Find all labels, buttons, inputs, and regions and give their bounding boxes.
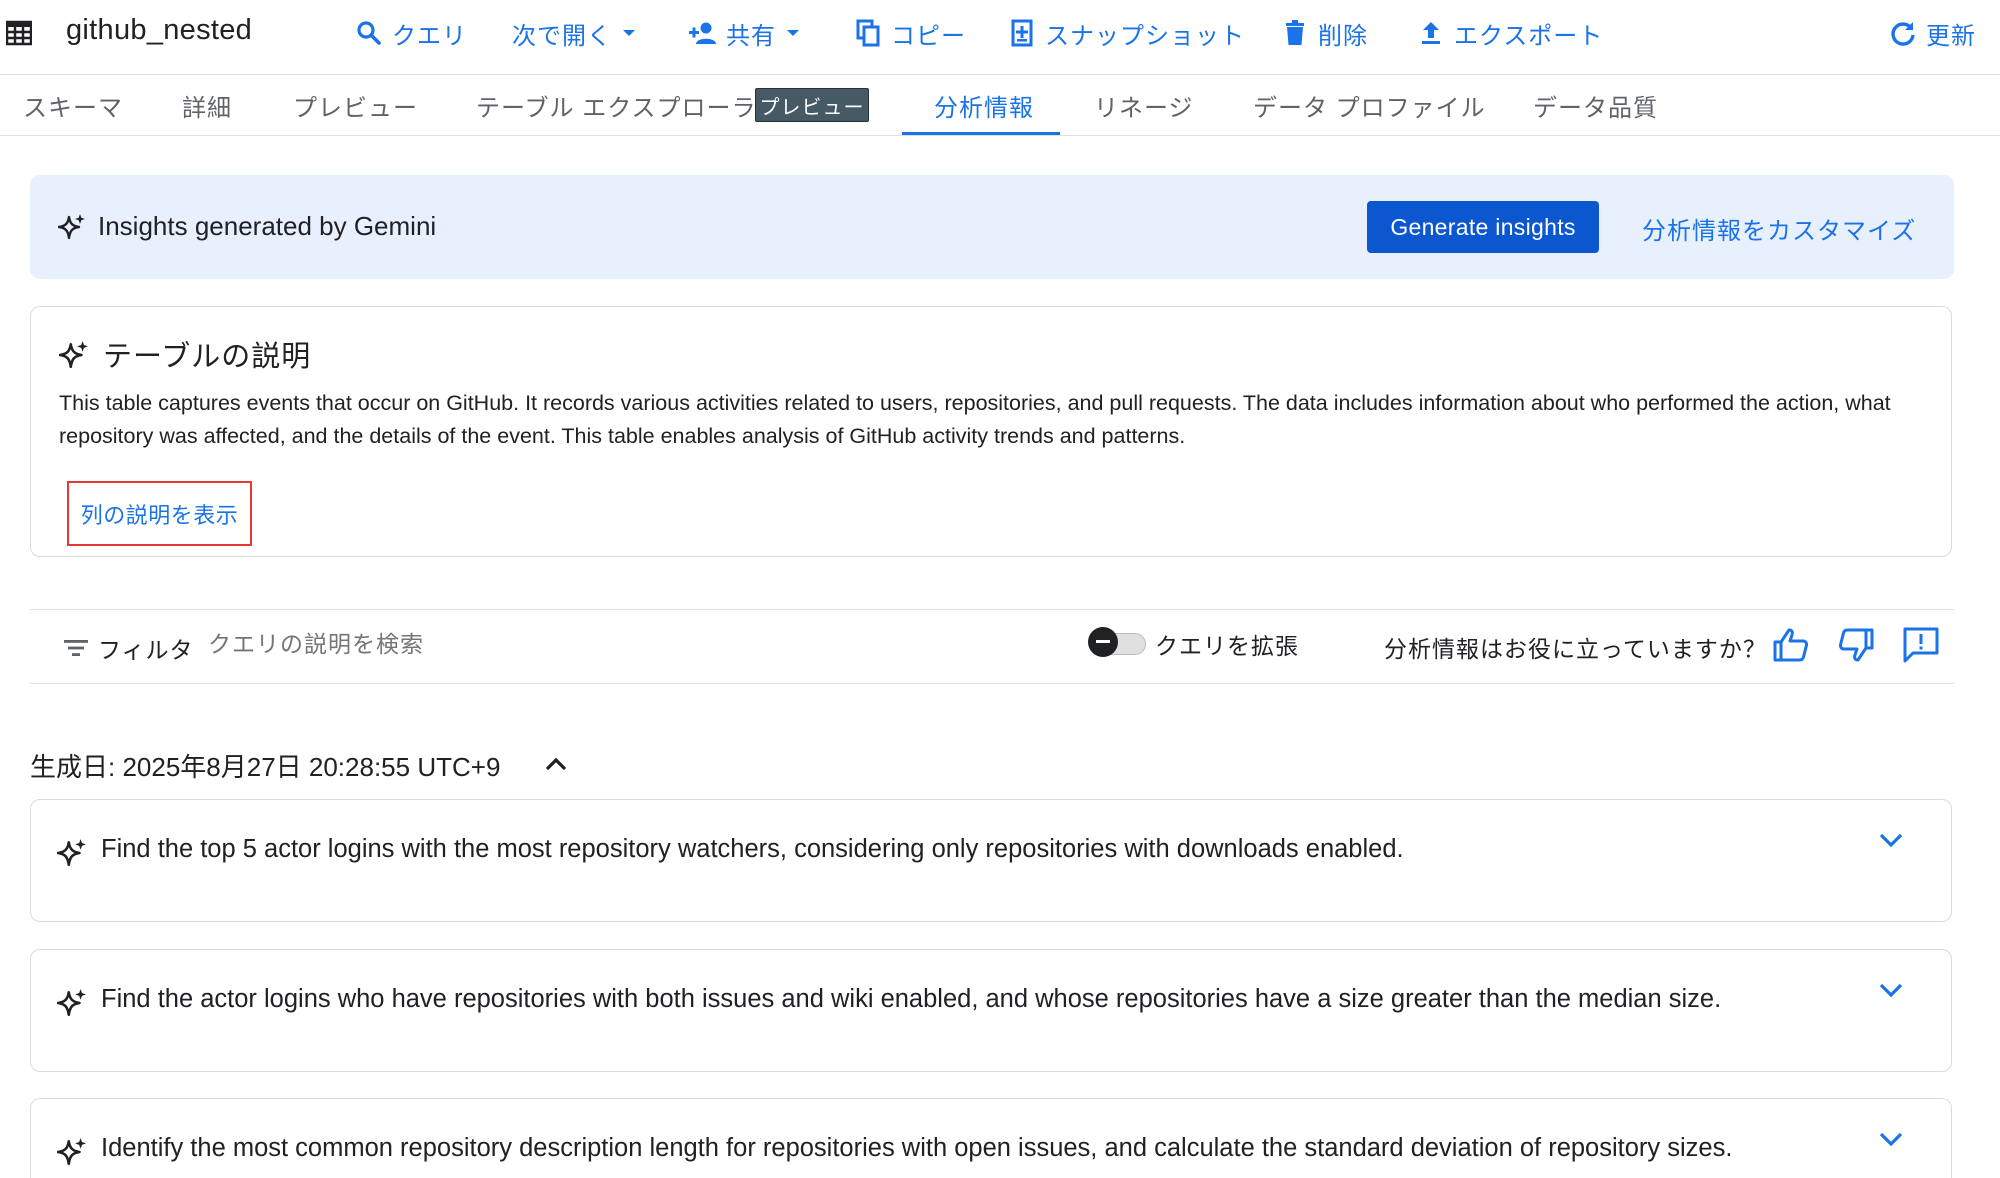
sparkle-icon [58,214,85,240]
query-card[interactable]: Find the top 5 actor logins with the mos… [30,799,1952,922]
tab-data-quality[interactable]: データ品質 [1533,75,1658,136]
open-in-dropdown[interactable]: 次で開く [512,0,638,66]
caret-down-icon [623,30,635,36]
query-button[interactable]: クエリ [354,0,467,66]
banner-title: Insights generated by Gemini [98,211,437,241]
expand-queries-toggle[interactable] [1088,624,1150,658]
preview-badge: プレビュー [755,88,869,122]
chevron-down-icon[interactable] [1873,822,1909,858]
resource-title: github_nested [66,14,253,46]
filter-label[interactable]: フィルタ [98,631,194,665]
query-card[interactable]: Find the actor logins who have repositor… [30,949,1952,1072]
refresh-icon [1888,18,1918,48]
copy-label: コピー [891,22,966,50]
delete-button[interactable]: 削除 [1280,0,1368,66]
refresh-label: 更新 [1926,22,1976,50]
query-description-search-input[interactable] [208,631,508,658]
generated-date: 生成日: 2025年8月27日 20:28:55 UTC+9 [30,752,501,782]
open-in-label: 次で開く [512,22,612,50]
expand-queries-label: クエリを拡張 [1155,633,1299,659]
tab-lineage[interactable]: リネージ [1094,75,1194,136]
refresh-button[interactable]: 更新 [1888,0,1976,66]
copy-icon [853,18,883,48]
trash-icon [1280,18,1310,48]
sparkle-icon [57,839,86,867]
delete-label: 削除 [1318,22,1368,50]
thumbs-up-icon[interactable] [1770,624,1812,666]
sparkle-icon [57,1138,86,1166]
tab-preview[interactable]: プレビュー [293,75,418,136]
export-label: エクスポート [1454,22,1604,50]
query-description: Find the top 5 actor logins with the mos… [101,835,1404,863]
tab-insights[interactable]: 分析情報 [934,75,1034,136]
tab-details[interactable]: 詳細 [182,75,232,136]
snapshot-button[interactable]: スナップショット [1007,0,1245,66]
customize-insights-link[interactable]: 分析情報をカスタマイズ [1642,211,1916,246]
table-description-heading: テーブルの説明 [103,341,312,373]
upload-icon [1416,18,1446,48]
tab-bar: スキーマ 詳細 プレビュー テーブル エクスプローラ プレビュー 分析情報 リネ… [0,75,2000,136]
query-card[interactable]: Identify the most common repository desc… [30,1098,1952,1178]
gemini-insights-banner: Insights generated by Gemini Generate in… [30,175,1954,279]
active-tab-indicator [902,132,1060,135]
share-label: 共有 [726,22,776,50]
thumbs-down-icon[interactable] [1835,624,1877,666]
query-description: Identify the most common repository desc… [101,1134,1733,1162]
show-column-descriptions-link[interactable]: 列の説明を表示 [67,481,252,546]
export-button[interactable]: エクスポート [1416,0,1603,66]
toolbar: github_nested クエリ 次で開く 共有 コピー スナップショット 削… [0,0,2000,75]
chevron-up-icon[interactable] [540,748,572,780]
sparkle-icon [57,989,86,1017]
copy-button[interactable]: コピー [853,0,966,66]
query-description: Find the actor logins who have repositor… [101,985,1722,1013]
share-dropdown[interactable]: 共有 [688,0,802,66]
chevron-down-icon[interactable] [1873,1121,1909,1157]
table-description-text: This table captures events that occur on… [59,391,1891,448]
insights-feedback-question: 分析情報はお役に立っていますか？ [1384,636,1767,662]
add-person-icon [688,18,718,48]
snapshot-label: スナップショット [1045,22,1245,50]
tab-table-explorer[interactable]: テーブル エクスプローラ [476,75,757,136]
snapshot-icon [1007,18,1037,48]
caret-down-icon [787,30,799,36]
table-description-card: テーブルの説明 This table captures events that … [30,306,1952,557]
chevron-down-icon[interactable] [1873,972,1909,1008]
tab-schema[interactable]: スキーマ [23,75,123,136]
generate-insights-button[interactable]: Generate insights [1367,201,1599,253]
sparkle-icon [59,341,88,369]
feedback-icon[interactable] [1900,624,1942,666]
filter-bar: フィルタ クエリを拡張 分析情報はお役に立っていますか？ [30,609,1954,684]
tab-data-profile[interactable]: データ プロファイル [1253,75,1486,136]
toggle-knob [1088,627,1118,657]
query-label: クエリ [392,22,467,50]
table-icon [6,20,32,46]
search-icon [354,18,384,48]
filter-icon[interactable] [62,634,90,662]
